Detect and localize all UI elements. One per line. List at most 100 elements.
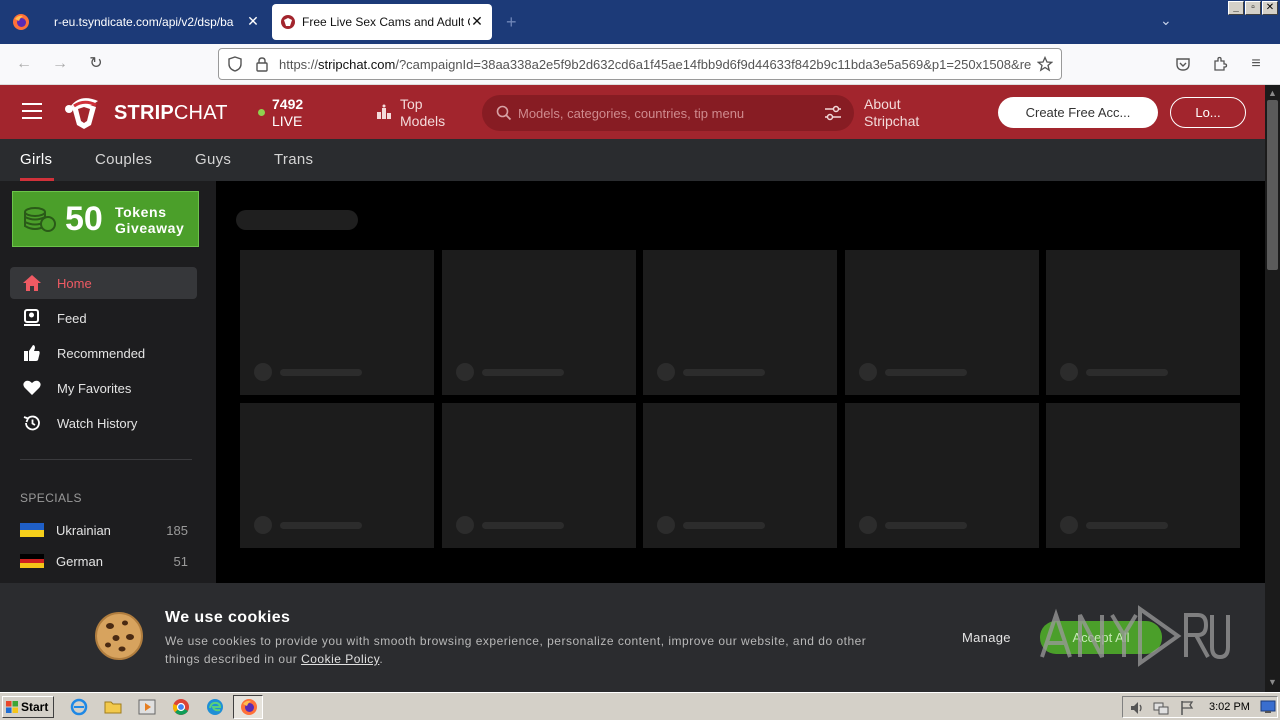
history-icon [23, 415, 40, 431]
specials-item-count: 51 [173, 554, 188, 569]
lock-icon[interactable] [255, 56, 269, 72]
restore-button[interactable]: ▫ [1245, 1, 1261, 15]
skeleton-card [240, 403, 434, 548]
specials-heading: SPECIALS [20, 491, 82, 505]
skeleton-card [1046, 250, 1240, 395]
specials-item-count: 185 [166, 523, 188, 538]
skeleton-title [236, 210, 358, 230]
start-button[interactable]: Start [2, 696, 54, 718]
show-desktop-icon[interactable] [1260, 700, 1276, 714]
browser-tab-strip: r-eu.tsyndicate.com/api/v2/dsp/banner ✕ … [0, 0, 1280, 44]
category-tabs: Girls Couples Guys Trans [0, 139, 1265, 181]
shield-icon[interactable] [227, 56, 243, 72]
promo-text: Tokens Giveaway [115, 204, 185, 236]
scroll-thumb[interactable] [1267, 100, 1278, 270]
media-player-icon[interactable] [138, 698, 156, 716]
new-tab-button[interactable]: + [506, 12, 517, 33]
ie-icon[interactable] [70, 698, 88, 716]
chrome-icon[interactable] [172, 698, 190, 716]
main-content [216, 181, 1265, 583]
live-label: LIVE [272, 113, 303, 129]
page-scrollbar[interactable]: ▲ ▼ [1265, 85, 1280, 692]
login-button[interactable]: Lo... [1170, 97, 1246, 128]
start-label: Start [21, 700, 49, 714]
tab-banner[interactable]: r-eu.tsyndicate.com/api/v2/dsp/banner ✕ [44, 4, 268, 40]
forward-arrow-icon[interactable]: → [50, 54, 70, 74]
menu-icon[interactable]: ≡ [1246, 54, 1266, 74]
search-input[interactable] [518, 104, 808, 122]
tab-girls[interactable]: Girls [20, 151, 52, 168]
feed-icon [24, 309, 40, 326]
coins-icon [24, 207, 56, 232]
firefox-icon [13, 14, 29, 30]
star-icon[interactable] [1037, 56, 1053, 72]
minimize-button[interactable]: _ [1228, 1, 1244, 15]
cookie-policy-link[interactable]: Cookie Policy [301, 652, 379, 666]
skeleton-card [845, 403, 1039, 548]
sidebar-item-watch-history[interactable]: Watch History [10, 407, 197, 439]
flag-icon[interactable] [1179, 700, 1195, 716]
extensions-icon[interactable] [1212, 56, 1228, 72]
sidebar-item-label: Watch History [57, 416, 138, 431]
firefox-menu[interactable] [0, 0, 42, 44]
specials-item-ukrainian[interactable]: Ukrainian 185 [20, 520, 188, 540]
back-arrow-icon[interactable]: ← [14, 54, 34, 74]
sidebar-item-favorites[interactable]: My Favorites [10, 372, 197, 404]
url-bar[interactable]: https://stripchat.com/?campaignId=38aa33… [218, 48, 1062, 80]
sidebar-item-label: My Favorites [57, 381, 132, 396]
close-window-button[interactable]: ✕ [1262, 1, 1278, 15]
create-account-button[interactable]: Create Free Acc... [998, 97, 1158, 128]
manage-cookies-button[interactable]: Manage [962, 630, 1011, 645]
tab-trans[interactable]: Trans [274, 151, 313, 168]
scroll-down-icon[interactable]: ▼ [1268, 677, 1277, 687]
sidebar-item-label: Recommended [57, 346, 146, 361]
edge-icon[interactable] [206, 698, 224, 716]
tab-couples[interactable]: Couples [95, 151, 152, 168]
sidebar-item-feed[interactable]: Feed [10, 302, 197, 334]
sidebar-item-home[interactable]: Home [10, 267, 197, 299]
system-tray: 3:02 PM [1122, 696, 1278, 718]
clock: 3:02 PM [1209, 701, 1250, 713]
chevron-down-icon[interactable]: ⌄ [1160, 12, 1172, 29]
url-text: https://stripchat.com/?campaignId=38aa33… [279, 57, 1031, 72]
logo-text: STRIPCHAT [114, 102, 228, 124]
scroll-up-icon[interactable]: ▲ [1268, 88, 1277, 98]
specials-item-label: German [56, 554, 103, 569]
sidebar-item-label: Home [57, 276, 92, 291]
tab-stripchat[interactable]: Free Live Sex Cams and Adult Chat ✕ [272, 4, 492, 40]
firefox-taskbar-button[interactable] [233, 695, 263, 719]
stripchat-logo[interactable]: STRIPCHAT [62, 93, 232, 131]
skeleton-card [240, 250, 434, 395]
close-icon[interactable]: ✕ [470, 14, 484, 28]
top-models-label: Top Models [400, 96, 446, 129]
tab-guys[interactable]: Guys [195, 151, 231, 168]
search-box[interactable] [482, 95, 854, 131]
reload-icon[interactable]: ↻ [86, 54, 106, 74]
tokens-giveaway-banner[interactable]: 50 Tokens Giveaway [12, 191, 199, 247]
skeleton-card [643, 250, 837, 395]
network-icon[interactable] [1153, 700, 1169, 716]
cookie-title: We use cookies [165, 609, 291, 626]
pocket-icon[interactable] [1175, 56, 1191, 72]
window-controls: _ ▫ ✕ [1228, 1, 1278, 15]
close-icon[interactable]: ✕ [246, 14, 260, 28]
sidebar-divider [20, 459, 192, 460]
thumbs-up-icon [24, 345, 40, 361]
windows-logo-icon [6, 701, 18, 713]
skeleton-card [1046, 403, 1240, 548]
about-link[interactable]: About Stripchat [864, 96, 954, 130]
sidebar: 50 TokensGiveaway Home Feed Recommended [0, 181, 216, 583]
sidebar-item-recommended[interactable]: Recommended [10, 337, 197, 369]
cookie-banner: We use cookies We use cookies to provide… [0, 583, 1265, 692]
browser-nav-bar: ← → ↻ https://stripchat.com/?campaignId=… [0, 44, 1280, 85]
taskbar: Start 3:02 PM [0, 692, 1280, 720]
filter-icon[interactable] [824, 105, 842, 121]
sidebar-item-label: Feed [57, 311, 87, 326]
specials-item-german[interactable]: German 51 [20, 551, 188, 571]
folder-icon[interactable] [104, 698, 122, 716]
volume-icon[interactable] [1129, 700, 1145, 716]
skeleton-card [643, 403, 837, 548]
hamburger-menu-icon[interactable] [22, 103, 42, 119]
trophy-icon [377, 104, 391, 119]
tab-title: r-eu.tsyndicate.com/api/v2/dsp/banner [54, 15, 234, 29]
